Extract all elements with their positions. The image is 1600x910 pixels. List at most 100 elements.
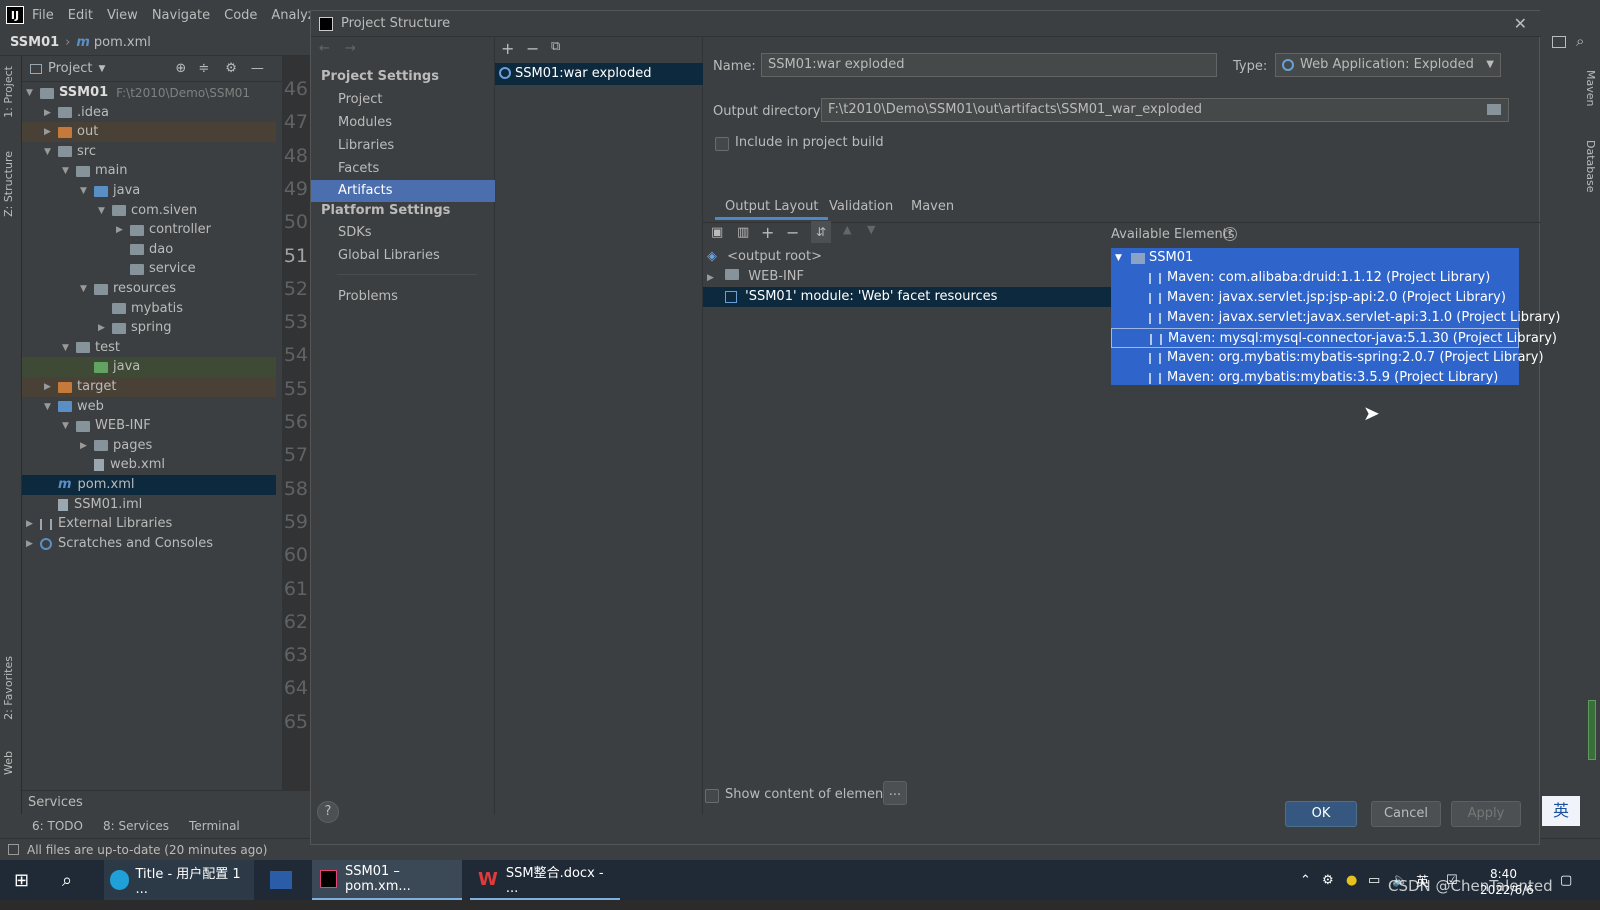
collapse-arrow-icon[interactable]: ▼ [62,161,76,181]
tree-node[interactable]: ▼ resources [22,279,276,299]
tool-tab-database[interactable]: Database [1584,140,1597,193]
expand-arrow-icon[interactable]: ▶ [116,220,130,240]
available-item[interactable]: Maven: javax.servlet.jsp:jsp-api:2.0 (Pr… [1111,288,1519,308]
nav-global-libraries[interactable]: Global Libraries [311,245,495,267]
tool-tab-maven[interactable]: Maven [1584,70,1597,106]
new-archive-icon[interactable]: ▥ [737,225,749,240]
tree-node[interactable]: web.xml [22,455,276,475]
notification-center-icon[interactable]: ▢ [1560,860,1572,900]
available-item[interactable]: Maven: com.alibaba:druid:1.1.12 (Project… [1111,268,1519,288]
cancel-button[interactable]: Cancel [1371,801,1441,827]
windows-start-icon[interactable]: ⊞ [14,860,29,900]
tree-node[interactable]: ▶ controller [22,220,276,240]
nav-project[interactable]: Project [311,89,495,111]
move-down-icon[interactable]: ▼ [867,223,875,236]
tree-node[interactable]: ▼ web [22,397,276,417]
copy-icon[interactable]: ⧉ [551,39,560,54]
services-label[interactable]: Services [28,795,83,810]
available-item[interactable]: Maven: org.mybatis:mybatis:3.5.9 (Projec… [1111,368,1519,388]
dropdown-arrow-icon[interactable]: ▼ [98,64,105,74]
tree-node[interactable]: ▼ WEB-INF [22,416,276,436]
available-item[interactable]: Maven: org.mybatis:mybatis-spring:2.0.7 … [1111,348,1544,368]
tool-tab-services[interactable]: 8: Services [103,819,169,833]
remove-icon[interactable]: − [526,39,539,58]
menu-file[interactable]: File [32,8,54,23]
expand-arrow-icon[interactable]: ▶ [707,268,721,288]
tray-status-icon[interactable]: ● [1346,860,1357,900]
output-directory-input[interactable]: F:\t2010\Demo\SSM01\out\artifacts\SSM01_… [821,98,1509,122]
tray-app-icon[interactable]: ⚙ [1322,860,1334,900]
project-panel-title[interactable]: Project [48,61,92,76]
layout-icon[interactable] [1552,36,1566,48]
expand-arrow-icon[interactable]: ▶ [44,103,58,123]
tab-output-layout[interactable]: Output Layout [715,194,829,220]
taskbar-edge[interactable]: Title - 用户配置 1 ... [104,860,254,900]
new-folder-icon[interactable]: ▣ [711,225,723,240]
tree-node[interactable]: ▶ target [22,377,276,397]
breadcrumb-project[interactable]: SSM01 [10,35,59,50]
sort-icon[interactable]: ⇵ [811,221,831,243]
gear-icon[interactable]: ⚙ [225,61,237,76]
collapse-arrow-icon[interactable]: ▼ [44,142,58,162]
expand-arrow-icon[interactable]: ▶ [44,122,58,142]
tool-tab-favorites[interactable]: 2: Favorites [2,656,15,720]
remove-element-icon[interactable]: − [786,223,799,242]
collapse-arrow-icon[interactable]: ▼ [44,397,58,417]
tree-node[interactable]: ▼ src [22,142,276,162]
tree-node[interactable]: ▼ java [22,181,276,201]
tab-maven[interactable]: Maven [901,194,964,220]
collapse-arrow-icon[interactable]: ▼ [1115,248,1122,268]
tool-tab-todo[interactable]: 6: TODO [32,819,83,833]
tree-node[interactable]: m pom.xml [22,475,276,495]
collapse-arrow-icon[interactable]: ▼ [98,201,112,221]
show-content-checkbox[interactable] [705,789,719,803]
available-item[interactable]: Maven: javax.servlet:javax.servlet-api:3… [1111,308,1561,328]
back-arrow-icon[interactable]: ← [319,41,330,56]
show-content-options-button[interactable]: ... [883,781,907,805]
nav-libraries[interactable]: Libraries [311,135,495,157]
expand-arrow-icon[interactable]: ▶ [26,534,40,554]
collapse-arrow-icon[interactable]: ▼ [80,181,94,201]
available-root[interactable]: ▼ SSM01 [1111,248,1519,268]
apply-button[interactable]: Apply [1451,801,1521,827]
tree-node[interactable]: ▼ test [22,338,276,358]
collapse-all-icon[interactable]: ≑ [198,61,209,76]
expand-arrow-icon[interactable]: ▶ [98,318,112,338]
tree-node[interactable]: ▼ main [22,161,276,181]
tool-tab-structure[interactable]: Z: Structure [2,151,15,217]
tree-node[interactable]: dao [22,240,276,260]
nav-problems[interactable]: Problems [311,286,495,308]
nav-artifacts[interactable]: Artifacts [311,180,495,202]
locate-icon[interactable]: ⊕ [175,61,186,76]
menu-navigate[interactable]: Navigate [152,8,210,23]
artifact-item[interactable]: SSM01:war exploded [495,63,703,85]
tree-node[interactable]: ▶ out [22,122,276,143]
menu-edit[interactable]: Edit [68,8,93,23]
menu-code[interactable]: Code [224,8,257,23]
collapse-arrow-icon[interactable]: ▼ [80,279,94,299]
tree-node[interactable]: ▶ External Libraries [22,514,276,534]
include-build-checkbox[interactable] [715,137,729,151]
network-icon[interactable]: ▭ [1368,860,1380,900]
type-select[interactable]: Web Application: Exploded ▼ [1275,53,1501,77]
ok-button[interactable]: OK [1285,801,1357,827]
tray-chevron-up-icon[interactable]: ⌃ [1300,860,1311,900]
layout-web-inf[interactable]: ▶ WEB-INF [707,267,804,287]
help-button[interactable]: ? [317,801,339,823]
tree-node[interactable]: ▼ SSM01 F:\t2010\Demo\SSM01 [22,83,276,103]
nav-sdks[interactable]: SDKs [311,222,495,244]
tree-node[interactable]: SSM01.iml [22,495,276,515]
expand-arrow-icon[interactable]: ▶ [44,377,58,397]
collapse-arrow-icon[interactable]: ▼ [62,416,76,436]
tool-tab-terminal[interactable]: Terminal [189,819,240,833]
tool-tab-web[interactable]: Web [2,751,15,775]
layout-output-root[interactable]: ◈ <output root> [707,247,822,267]
add-copy-icon[interactable]: + [761,223,774,242]
move-up-icon[interactable]: ▲ [843,223,851,236]
powershell-icon[interactable] [270,860,292,900]
layout-facet-resources[interactable]: 'SSM01' module: 'Web' facet resources [703,287,1111,307]
help-circle-icon[interactable]: ? [1223,227,1237,241]
tool-tab-project[interactable]: 1: Project [2,66,15,118]
search-icon[interactable]: ⌕ [1576,32,1584,50]
tree-node[interactable]: ▶ spring [22,318,276,338]
